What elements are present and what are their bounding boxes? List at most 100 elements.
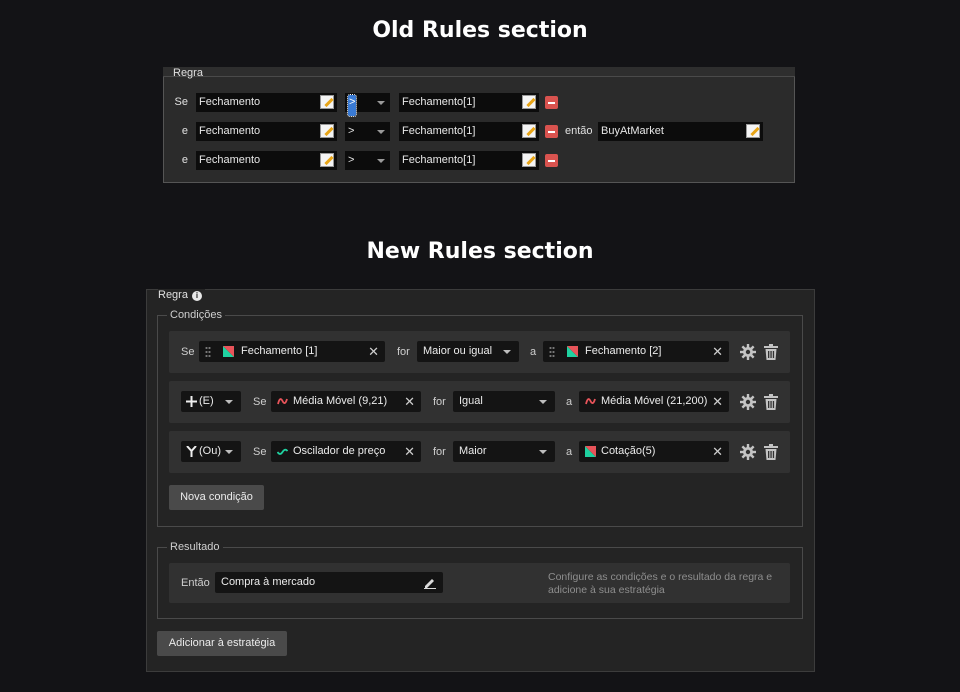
- a-label: a: [530, 346, 537, 358]
- for-label: for: [433, 446, 446, 458]
- old-then-action[interactable]: BuyAtMarket: [598, 122, 763, 141]
- pencil-icon[interactable]: [522, 124, 536, 138]
- old-left-operand[interactable]: Fechamento: [196, 122, 337, 141]
- pencil-icon[interactable]: [320, 95, 334, 109]
- old-operator-value: >: [348, 125, 355, 137]
- pencil-icon[interactable]: [746, 124, 760, 138]
- condition-row: (E) Se Média Móvel (9,21) ✕ for Igual a …: [169, 381, 790, 423]
- old-right-operand[interactable]: Fechamento[1]: [399, 93, 539, 112]
- right-operand-chip[interactable]: Média Móvel (21,200) ✕: [579, 391, 729, 412]
- conditions-legend: Condições: [167, 309, 225, 321]
- close-icon[interactable]: ✕: [712, 391, 723, 412]
- left-operand-chip[interactable]: Média Móvel (9,21) ✕: [271, 391, 421, 412]
- left-operand-text: Fechamento [1]: [241, 345, 318, 357]
- new-rule-legend-text: Regra: [158, 289, 188, 301]
- right-operand-chip[interactable]: Fechamento [2] ✕: [543, 341, 729, 362]
- operator-select[interactable]: Maior ou igual: [417, 341, 519, 362]
- operator-select[interactable]: Maior: [453, 441, 555, 462]
- operator-value: Igual: [459, 395, 483, 407]
- a-label: a: [566, 446, 573, 458]
- chevron-down-icon: [539, 400, 547, 404]
- old-operator-select[interactable]: >: [345, 122, 390, 141]
- new-section-title: New Rules section: [366, 239, 594, 264]
- close-icon[interactable]: ✕: [368, 341, 379, 362]
- trash-icon[interactable]: [764, 344, 778, 360]
- result-hint: Configure as condições e o resultado da …: [548, 571, 773, 596]
- left-operand-text: Oscilador de preço: [293, 445, 386, 457]
- result-legend: Resultado: [167, 541, 223, 553]
- oscillator-icon: [277, 448, 288, 455]
- condition-row: Se Fechamento [1] ✕ for Maior ou igual a…: [169, 331, 790, 373]
- add-to-strategy-button[interactable]: Adicionar à estratégia: [157, 631, 287, 656]
- new-condition-button[interactable]: Nova condição: [169, 485, 264, 510]
- right-operand-text: Fechamento [2]: [585, 345, 662, 357]
- gear-icon[interactable]: [740, 444, 756, 460]
- old-rule-legend: Regra: [173, 67, 203, 79]
- then-label: Então: [181, 577, 210, 589]
- then-action-text: Compra à mercado: [221, 576, 316, 588]
- drag-handle-icon[interactable]: [205, 346, 211, 357]
- drag-handle-icon[interactable]: [549, 346, 555, 357]
- old-left-operand[interactable]: Fechamento: [196, 151, 337, 170]
- chevron-down-icon: [377, 101, 385, 105]
- pencil-icon[interactable]: [522, 153, 536, 167]
- trash-icon[interactable]: [764, 444, 778, 460]
- operator-value: Maior: [459, 445, 487, 457]
- gear-icon[interactable]: [740, 344, 756, 360]
- pencil-icon[interactable]: [423, 576, 436, 589]
- chevron-down-icon: [225, 400, 233, 404]
- condition-se-label: Se: [253, 396, 267, 408]
- old-left-operand[interactable]: Fechamento: [196, 93, 337, 112]
- right-operand-text: Cotação(5): [601, 445, 656, 457]
- a-label: a: [566, 396, 573, 408]
- remove-row-button[interactable]: [545, 96, 558, 109]
- logic-connector-value: (E): [199, 395, 214, 407]
- close-icon[interactable]: ✕: [712, 341, 723, 362]
- remove-row-button[interactable]: [545, 125, 558, 138]
- trash-icon[interactable]: [764, 394, 778, 410]
- pencil-icon[interactable]: [320, 153, 334, 167]
- close-icon[interactable]: ✕: [404, 441, 415, 462]
- plus-icon: [186, 396, 197, 407]
- left-operand-chip[interactable]: Fechamento [1] ✕: [199, 341, 385, 362]
- pencil-icon[interactable]: [320, 124, 334, 138]
- left-operand-text: Média Móvel (9,21): [293, 395, 388, 407]
- for-label: for: [433, 396, 446, 408]
- moving-average-icon: [585, 398, 596, 405]
- old-row-connector: e: [181, 125, 188, 137]
- left-operand-chip[interactable]: Oscilador de preço ✕: [271, 441, 421, 462]
- chevron-down-icon: [377, 130, 385, 134]
- old-operator-select[interactable]: >: [345, 93, 390, 117]
- operator-value: Maior ou igual: [423, 345, 493, 357]
- old-row-connector: Se: [174, 96, 188, 108]
- old-right-operand[interactable]: Fechamento[1]: [399, 122, 539, 141]
- candle-icon: [567, 346, 578, 357]
- condition-se-label: Se: [181, 346, 195, 358]
- old-section-title: Old Rules section: [372, 18, 588, 43]
- close-icon[interactable]: ✕: [404, 391, 415, 412]
- logic-connector-select[interactable]: (E): [181, 391, 241, 412]
- old-operator-value: >: [348, 154, 355, 166]
- operator-select[interactable]: Igual: [453, 391, 555, 412]
- old-row-connector: e: [181, 154, 188, 166]
- chevron-down-icon: [225, 450, 233, 454]
- right-operand-chip[interactable]: Cotação(5) ✕: [579, 441, 729, 462]
- condition-row: (Ou) Se Oscilador de preço ✕ for Maior a…: [169, 431, 790, 473]
- info-icon[interactable]: i: [191, 291, 202, 301]
- remove-row-button[interactable]: [545, 154, 558, 167]
- gear-icon[interactable]: [740, 394, 756, 410]
- for-label: for: [397, 346, 410, 358]
- close-icon[interactable]: ✕: [712, 441, 723, 462]
- result-row: Então Compra à mercado Configure as cond…: [169, 563, 790, 603]
- old-operator-value: >: [346, 94, 358, 117]
- old-right-operand[interactable]: Fechamento[1]: [399, 151, 539, 170]
- old-operator-select[interactable]: >: [345, 151, 390, 170]
- then-action-field[interactable]: Compra à mercado: [215, 572, 443, 593]
- pencil-icon[interactable]: [522, 95, 536, 109]
- candle-icon: [223, 346, 234, 357]
- logic-connector-select[interactable]: (Ou): [181, 441, 241, 462]
- chevron-down-icon: [539, 450, 547, 454]
- candle-icon: [585, 446, 596, 457]
- right-operand-text: Média Móvel (21,200): [601, 395, 708, 407]
- moving-average-icon: [277, 398, 288, 405]
